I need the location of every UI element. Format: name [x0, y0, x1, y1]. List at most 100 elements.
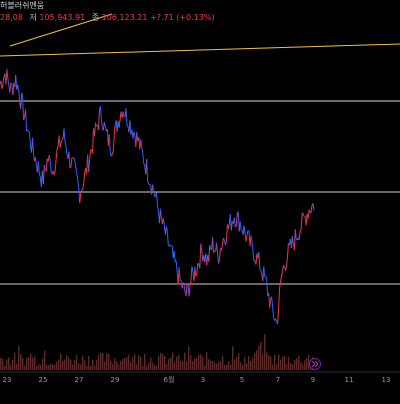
volume-bar: [174, 363, 175, 370]
price-segment: [295, 229, 296, 239]
volume-bar: [264, 334, 265, 370]
price-segment: [23, 96, 24, 120]
volume-bar: [134, 354, 135, 370]
price-segment: [279, 289, 280, 309]
price-segment: [76, 167, 77, 174]
price-segment: [240, 222, 241, 230]
price-segment: [61, 140, 62, 143]
volume-bar: [178, 355, 179, 370]
volume-bar: [74, 360, 75, 370]
volume-bar: [8, 357, 9, 370]
price-segment: [259, 252, 260, 270]
volume-bar: [212, 361, 213, 370]
volume-bar: [160, 353, 161, 370]
price-segment: [75, 161, 76, 167]
price-segment: [176, 261, 177, 273]
volume-bar: [154, 365, 155, 370]
price-segment: [142, 147, 143, 152]
price-segment: [134, 132, 135, 136]
price-chart[interactable]: 232527296월35791113: [0, 0, 400, 400]
volume-bar: [266, 352, 267, 370]
volume-bar: [256, 350, 257, 370]
price-segment: [119, 120, 120, 128]
price-segment: [213, 237, 214, 253]
chart-area[interactable]: 232527296월35791113: [0, 0, 400, 400]
time-axis-label: 29: [111, 376, 120, 384]
price-segment: [90, 150, 91, 159]
volume-bar: [52, 364, 53, 370]
volume-bar: [54, 365, 55, 370]
time-axis-label: 6월: [164, 375, 175, 384]
scroll-to-realtime-button[interactable]: [309, 358, 321, 370]
volume-bar: [60, 354, 61, 371]
volume-bar: [64, 360, 65, 371]
volume-bar: [280, 359, 281, 370]
volume-bar: [40, 365, 41, 370]
price-segment: [148, 181, 149, 185]
price-segment: [49, 155, 50, 160]
volume-bar: [272, 365, 273, 370]
volume-bar: [186, 362, 187, 370]
volume-bar: [88, 356, 89, 370]
price-segment: [281, 277, 282, 282]
price-segment: [21, 93, 22, 109]
price-segment: [77, 174, 78, 181]
volume-bar: [214, 363, 215, 370]
volume-bar: [216, 364, 217, 370]
volume-bar: [128, 355, 129, 370]
price-segment: [30, 133, 31, 146]
time-axis-label: 11: [345, 376, 354, 384]
price-segment: [7, 69, 8, 79]
price-segment: [28, 130, 29, 131]
price-segment: [187, 284, 188, 285]
price-segment: [83, 183, 84, 190]
volume-bar: [250, 361, 251, 370]
volume-bar: [144, 354, 145, 370]
volume-bar: [10, 365, 11, 370]
price-segment: [50, 160, 51, 174]
volume-bar: [210, 361, 211, 370]
price-segment: [225, 242, 226, 245]
volume-bar: [176, 357, 177, 370]
volume-bar: [260, 342, 261, 370]
price-segment: [273, 308, 274, 317]
price-segment: [153, 185, 154, 192]
price-segment: [247, 231, 248, 235]
price-segment: [308, 210, 309, 219]
volume-bar: [110, 361, 111, 370]
price-segment: [93, 128, 94, 153]
price-segment: [186, 284, 187, 296]
price-segment: [166, 226, 167, 231]
price-segment: [300, 229, 301, 231]
volume-bar: [108, 354, 109, 370]
volume-bar: [76, 355, 77, 370]
price-segment: [126, 108, 127, 125]
volume-bar: [4, 366, 5, 370]
price-segment: [251, 236, 252, 241]
price-segment: [311, 206, 312, 213]
volume-bar: [288, 357, 289, 370]
time-axis: 232527296월35791113: [3, 375, 391, 384]
price-segment: [280, 282, 281, 290]
volume-bar: [300, 362, 301, 370]
ohlc-legend: 28,08 저 105,943.91 종 106,123.21 +?.71 (+…: [0, 12, 400, 24]
volume-bar: [34, 357, 35, 371]
price-segment: [29, 131, 30, 133]
volume-bar: [0, 358, 1, 370]
volume-bar: [46, 365, 47, 370]
price-segment: [170, 245, 171, 246]
volume-bar: [92, 360, 93, 370]
volume-bar: [306, 358, 307, 370]
volume-bar: [72, 365, 73, 371]
volume-bar: [236, 357, 237, 370]
volume-bar: [78, 363, 79, 370]
price-series-group: [0, 69, 314, 324]
volume-bar: [294, 360, 295, 370]
volume-bar: [102, 353, 103, 370]
volume-bar: [296, 358, 297, 370]
price-segment: [286, 266, 287, 270]
price-segment: [144, 164, 145, 165]
price-segment: [147, 159, 148, 180]
volume-bar: [224, 365, 225, 370]
volume-bar: [106, 353, 107, 370]
